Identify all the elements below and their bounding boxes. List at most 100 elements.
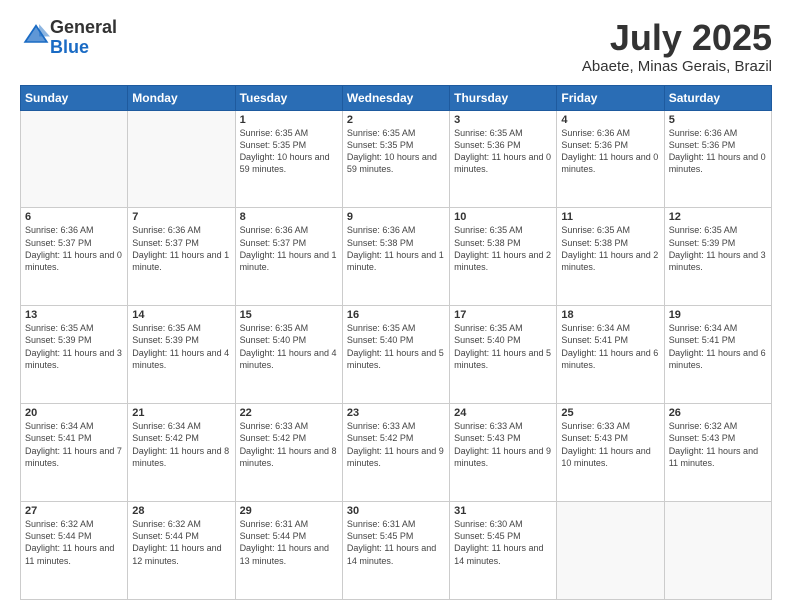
day-info: Sunrise: 6:30 AM Sunset: 5:45 PM Dayligh… [454,518,552,567]
logo-blue-text: Blue [50,37,89,57]
day-number: 26 [669,407,767,419]
day-number: 11 [561,211,659,223]
day-cell-2-1: 6Sunrise: 6:36 AM Sunset: 5:37 PM Daylig… [21,208,128,306]
day-cell-3-4: 16Sunrise: 6:35 AM Sunset: 5:40 PM Dayli… [342,306,449,404]
title-location: Abaete, Minas Gerais, Brazil [582,58,772,75]
day-info: Sunrise: 6:35 AM Sunset: 5:39 PM Dayligh… [25,322,123,371]
day-number: 9 [347,211,445,223]
day-cell-5-6 [557,502,664,600]
calendar-body: 1Sunrise: 6:35 AM Sunset: 5:35 PM Daylig… [21,110,772,599]
day-cell-1-1 [21,110,128,208]
col-monday: Monday [128,85,235,110]
day-number: 13 [25,309,123,321]
day-number: 19 [669,309,767,321]
day-number: 25 [561,407,659,419]
day-number: 24 [454,407,552,419]
day-number: 29 [240,505,338,517]
header-row: Sunday Monday Tuesday Wednesday Thursday… [21,85,772,110]
day-cell-1-2 [128,110,235,208]
day-cell-4-5: 24Sunrise: 6:33 AM Sunset: 5:43 PM Dayli… [450,404,557,502]
week-row-2: 6Sunrise: 6:36 AM Sunset: 5:37 PM Daylig… [21,208,772,306]
day-info: Sunrise: 6:32 AM Sunset: 5:44 PM Dayligh… [132,518,230,567]
week-row-3: 13Sunrise: 6:35 AM Sunset: 5:39 PM Dayli… [21,306,772,404]
day-cell-5-4: 30Sunrise: 6:31 AM Sunset: 5:45 PM Dayli… [342,502,449,600]
day-number: 16 [347,309,445,321]
week-row-5: 27 Sunrise: 6:32 AM Sunset: 5:44 PM Dayli… [21,502,772,600]
day-cell-4-6: 25Sunrise: 6:33 AM Sunset: 5:43 PM Dayli… [557,404,664,502]
day-number: 14 [132,309,230,321]
day-info: Sunrise: 6:32 AM Sunset: 5:43 PM Dayligh… [669,420,767,469]
day-info: Sunrise: 6:31 AM Sunset: 5:44 PM Dayligh… [240,518,338,567]
calendar-table: Sunday Monday Tuesday Wednesday Thursday… [20,85,772,600]
col-tuesday: Tuesday [235,85,342,110]
day-info: Sunrise: 6:33 AM Sunset: 5:43 PM Dayligh… [454,420,552,469]
day-cell-5-7 [664,502,771,600]
day-cell-2-5: 10Sunrise: 6:35 AM Sunset: 5:38 PM Dayli… [450,208,557,306]
day-cell-2-2: 7Sunrise: 6:36 AM Sunset: 5:37 PM Daylig… [128,208,235,306]
day-number: 3 [454,114,552,126]
day-info: Sunrise: 6:35 AM Sunset: 5:38 PM Dayligh… [454,224,552,273]
day-cell-5-2: 28Sunrise: 6:32 AM Sunset: 5:44 PM Dayli… [128,502,235,600]
day-info: Sunrise: 6:36 AM Sunset: 5:37 PM Dayligh… [25,224,123,273]
day-info: Sunrise: 6:35 AM Sunset: 5:35 PM Dayligh… [240,127,338,176]
day-cell-5-1: 27Sunrise: 6:32 AM Sunset: 5:44 PM Dayli… [21,502,128,600]
col-friday: Friday [557,85,664,110]
day-number: 20 [25,407,123,419]
day-info: Sunrise: 6:35 AM Sunset: 5:39 PM Dayligh… [132,322,230,371]
day-info: Sunrise: 6:36 AM Sunset: 5:37 PM Dayligh… [132,224,230,273]
day-number: 22 [240,407,338,419]
day-cell-1-3: 1Sunrise: 6:35 AM Sunset: 5:35 PM Daylig… [235,110,342,208]
day-number: 5 [669,114,767,126]
col-wednesday: Wednesday [342,85,449,110]
day-number: 28 [132,505,230,517]
calendar-header: Sunday Monday Tuesday Wednesday Thursday… [21,85,772,110]
title-block: July 2025 Abaete, Minas Gerais, Brazil [582,18,772,75]
day-number: 7 [132,211,230,223]
day-number: 8 [240,211,338,223]
day-number: 30 [347,505,445,517]
logo-general-text: General [50,17,117,37]
day-info: Sunrise: 6:35 AM Sunset: 5:36 PM Dayligh… [454,127,552,176]
day-info: Sunrise: 6:35 AM Sunset: 5:38 PM Dayligh… [561,224,659,273]
page: General Blue July 2025 Abaete, Minas Ger… [0,0,792,612]
day-number: 10 [454,211,552,223]
day-info: Sunrise: 6:35 AM Sunset: 5:40 PM Dayligh… [240,322,338,371]
day-info: Sunrise: 6:34 AM Sunset: 5:41 PM Dayligh… [25,420,123,469]
day-cell-2-7: 12Sunrise: 6:35 AM Sunset: 5:39 PM Dayli… [664,208,771,306]
day-cell-3-5: 17Sunrise: 6:35 AM Sunset: 5:40 PM Dayli… [450,306,557,404]
day-cell-4-3: 22Sunrise: 6:33 AM Sunset: 5:42 PM Dayli… [235,404,342,502]
day-info: Sunrise: 6:35 AM Sunset: 5:39 PM Dayligh… [669,224,767,273]
day-number: 21 [132,407,230,419]
col-thursday: Thursday [450,85,557,110]
day-info: Sunrise: 6:33 AM Sunset: 5:42 PM Dayligh… [240,420,338,469]
day-cell-1-4: 2Sunrise: 6:35 AM Sunset: 5:35 PM Daylig… [342,110,449,208]
week-row-1: 1Sunrise: 6:35 AM Sunset: 5:35 PM Daylig… [21,110,772,208]
title-month: July 2025 [582,18,772,58]
day-number: 6 [25,211,123,223]
day-cell-1-6: 4Sunrise: 6:36 AM Sunset: 5:36 PM Daylig… [557,110,664,208]
day-cell-2-3: 8Sunrise: 6:36 AM Sunset: 5:37 PM Daylig… [235,208,342,306]
day-number: 4 [561,114,659,126]
day-info: Sunrise: 6:35 AM Sunset: 5:40 PM Dayligh… [347,322,445,371]
day-cell-3-7: 19Sunrise: 6:34 AM Sunset: 5:41 PM Dayli… [664,306,771,404]
day-cell-1-7: 5Sunrise: 6:36 AM Sunset: 5:36 PM Daylig… [664,110,771,208]
day-number: 31 [454,505,552,517]
logo-icon [22,21,50,49]
day-cell-4-4: 23Sunrise: 6:33 AM Sunset: 5:42 PM Dayli… [342,404,449,502]
day-number: 23 [347,407,445,419]
day-cell-2-6: 11Sunrise: 6:35 AM Sunset: 5:38 PM Dayli… [557,208,664,306]
day-info: Sunrise: 6:36 AM Sunset: 5:36 PM Dayligh… [669,127,767,176]
col-sunday: Sunday [21,85,128,110]
day-info: Sunrise: 6:34 AM Sunset: 5:41 PM Dayligh… [669,322,767,371]
day-cell-2-4: 9Sunrise: 6:36 AM Sunset: 5:38 PM Daylig… [342,208,449,306]
logo: General Blue [20,18,117,58]
day-cell-5-3: 29Sunrise: 6:31 AM Sunset: 5:44 PM Dayli… [235,502,342,600]
day-info: Sunrise: 6:36 AM Sunset: 5:37 PM Dayligh… [240,224,338,273]
day-number: 15 [240,309,338,321]
day-number: 27 [25,505,123,517]
day-info: Sunrise: 6:35 AM Sunset: 5:40 PM Dayligh… [454,322,552,371]
day-number: 18 [561,309,659,321]
day-info: Sunrise: 6:31 AM Sunset: 5:45 PM Dayligh… [347,518,445,567]
col-saturday: Saturday [664,85,771,110]
day-info: Sunrise: 6:33 AM Sunset: 5:43 PM Dayligh… [561,420,659,469]
